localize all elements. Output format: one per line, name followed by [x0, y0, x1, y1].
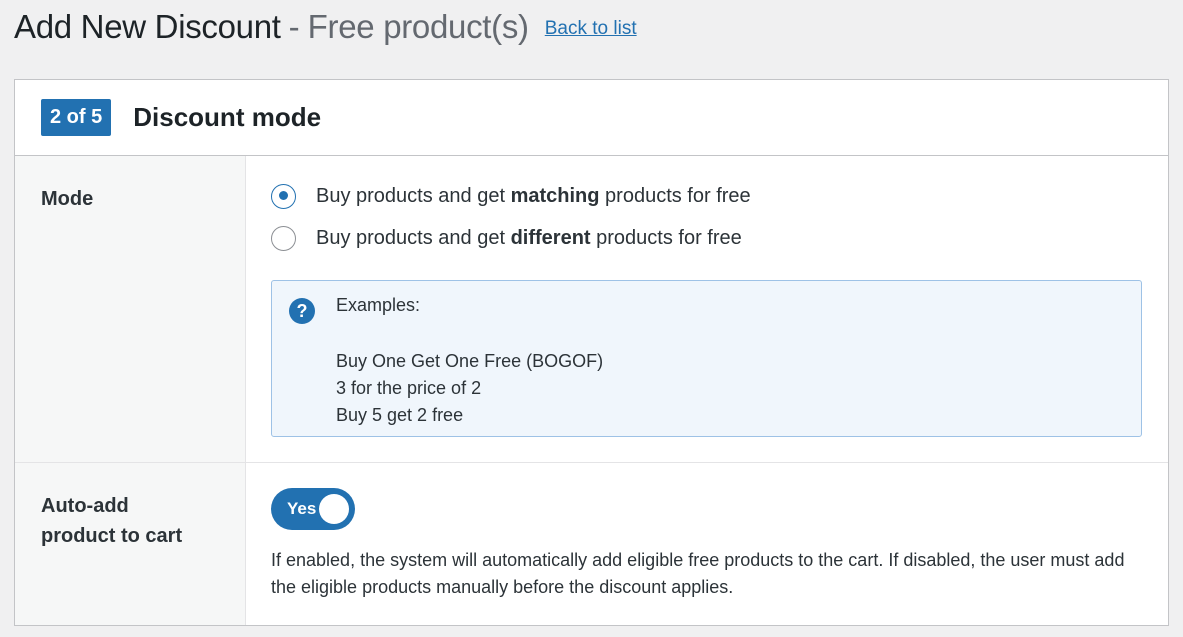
mode-option-different-text: Buy products and get different products …	[316, 226, 742, 249]
mode-row: Mode Buy products and get matching produ…	[15, 156, 1168, 463]
auto-add-toggle[interactable]: Yes	[271, 488, 355, 530]
step-badge: 2 of 5	[41, 99, 112, 136]
toggle-label: Yes	[287, 499, 317, 518]
examples-title: Examples:	[336, 295, 421, 315]
mode-content: Buy products and get matching products f…	[246, 156, 1168, 462]
auto-add-content: Yes If enabled, the system will automati…	[246, 463, 1168, 625]
example-item: Buy 5 get 2 free	[336, 405, 464, 425]
page-title: Add New Discount	[14, 8, 281, 45]
title-separator: -	[288, 8, 300, 45]
mode-option-matching-text: Buy products and get matching products f…	[316, 184, 751, 207]
mode-option-different[interactable]: Buy products and get different products …	[271, 224, 1168, 252]
page-subtitle: Free product(s)	[307, 8, 529, 45]
auto-add-label: Auto-add product to cart	[15, 463, 246, 625]
mode-label: Mode	[15, 156, 246, 462]
back-to-list-link[interactable]: Back to list	[545, 18, 637, 40]
examples-info-box: ? Examples: Buy One Get One Free (BOGOF)…	[271, 280, 1142, 437]
discount-mode-panel: 2 of 5 Discount mode Mode Buy products a…	[14, 79, 1169, 626]
radio-matching[interactable]	[271, 183, 296, 209]
auto-add-help-text: If enabled, the system will automaticall…	[271, 550, 1125, 597]
examples-list: Buy One Get One Free (BOGOF) 3 for the p…	[336, 348, 603, 429]
example-item: Buy One Get One Free (BOGOF)	[336, 351, 604, 371]
mode-option-matching[interactable]: Buy products and get matching products f…	[271, 182, 1168, 210]
auto-add-row: Auto-add product to cart Yes If enabled,…	[15, 463, 1168, 625]
radio-different[interactable]	[271, 225, 296, 251]
question-circle-icon: ?	[289, 298, 315, 324]
panel-title: Discount mode	[133, 102, 322, 132]
page-header: Add New Discount - Free product(s) Back …	[14, 8, 637, 46]
example-item: 3 for the price of 2	[336, 378, 482, 398]
toggle-knob	[319, 494, 349, 524]
panel-header: 2 of 5 Discount mode	[15, 80, 1168, 156]
